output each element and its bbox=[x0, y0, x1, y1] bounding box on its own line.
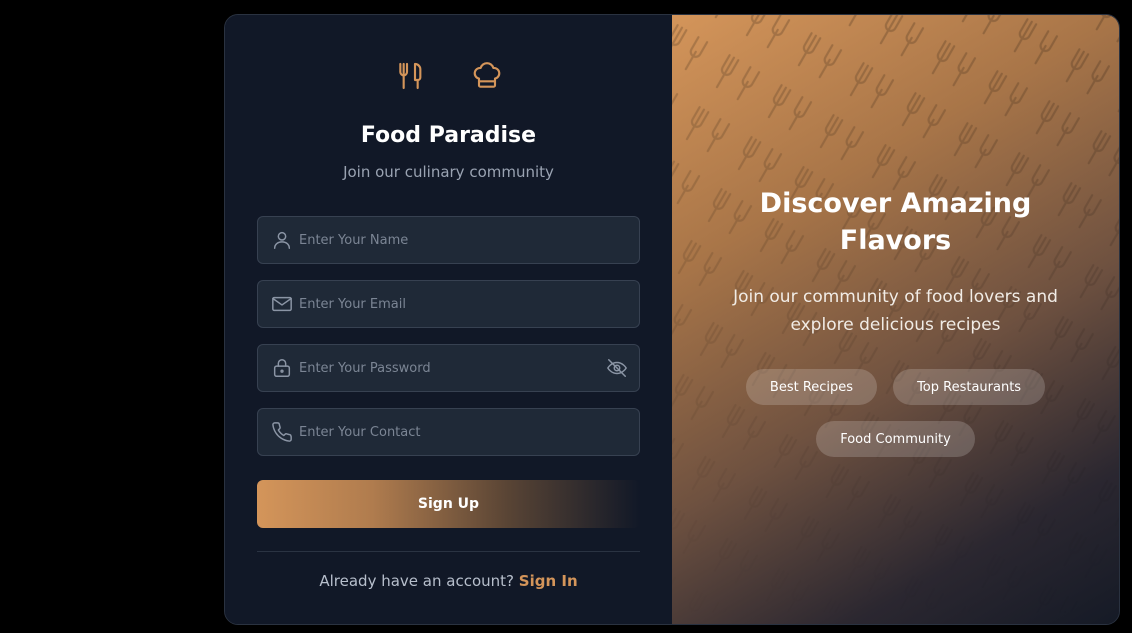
hero-title: Discover Amazing Flavors bbox=[759, 188, 1032, 256]
hero-subtitle: Join our community of food lovers and ex… bbox=[733, 287, 1058, 335]
divider bbox=[257, 551, 640, 552]
signup-panel: Food Paradise Join our culinary communit… bbox=[225, 15, 672, 624]
mail-icon bbox=[270, 292, 294, 316]
contact-input[interactable] bbox=[294, 409, 639, 455]
phone-icon bbox=[270, 420, 294, 444]
chip-best-recipes[interactable]: Best Recipes bbox=[745, 369, 878, 405]
brand-subtitle: Join our culinary community bbox=[343, 163, 554, 181]
sign-in-link[interactable]: Sign In bbox=[519, 572, 578, 590]
name-field[interactable] bbox=[257, 216, 640, 264]
eye-off-icon[interactable] bbox=[605, 356, 629, 380]
sign-up-button[interactable]: Sign Up bbox=[257, 480, 640, 528]
signup-card: Food Paradise Join our culinary communit… bbox=[224, 14, 1120, 625]
password-input[interactable] bbox=[294, 345, 605, 391]
sign-in-prompt: Already have an account? Sign In bbox=[225, 572, 672, 590]
feature-chips: Best Recipes Top Restaurants Food Commun… bbox=[672, 369, 1119, 457]
hero-panel: Discover Amazing Flavors Join our commun… bbox=[672, 15, 1119, 624]
email-field[interactable] bbox=[257, 280, 640, 328]
logo-row bbox=[225, 59, 672, 93]
user-icon bbox=[270, 228, 294, 252]
chip-top-restaurants[interactable]: Top Restaurants bbox=[893, 369, 1046, 405]
email-input[interactable] bbox=[294, 281, 639, 327]
lock-icon bbox=[270, 356, 294, 380]
name-input[interactable] bbox=[294, 217, 639, 263]
chef-hat-icon bbox=[471, 59, 503, 93]
utensils-icon bbox=[395, 59, 427, 93]
sign-in-prompt-text: Already have an account? bbox=[319, 572, 514, 590]
password-field[interactable] bbox=[257, 344, 640, 392]
chip-food-community[interactable]: Food Community bbox=[816, 421, 975, 457]
contact-field[interactable] bbox=[257, 408, 640, 456]
brand-title: Food Paradise bbox=[360, 123, 537, 148]
